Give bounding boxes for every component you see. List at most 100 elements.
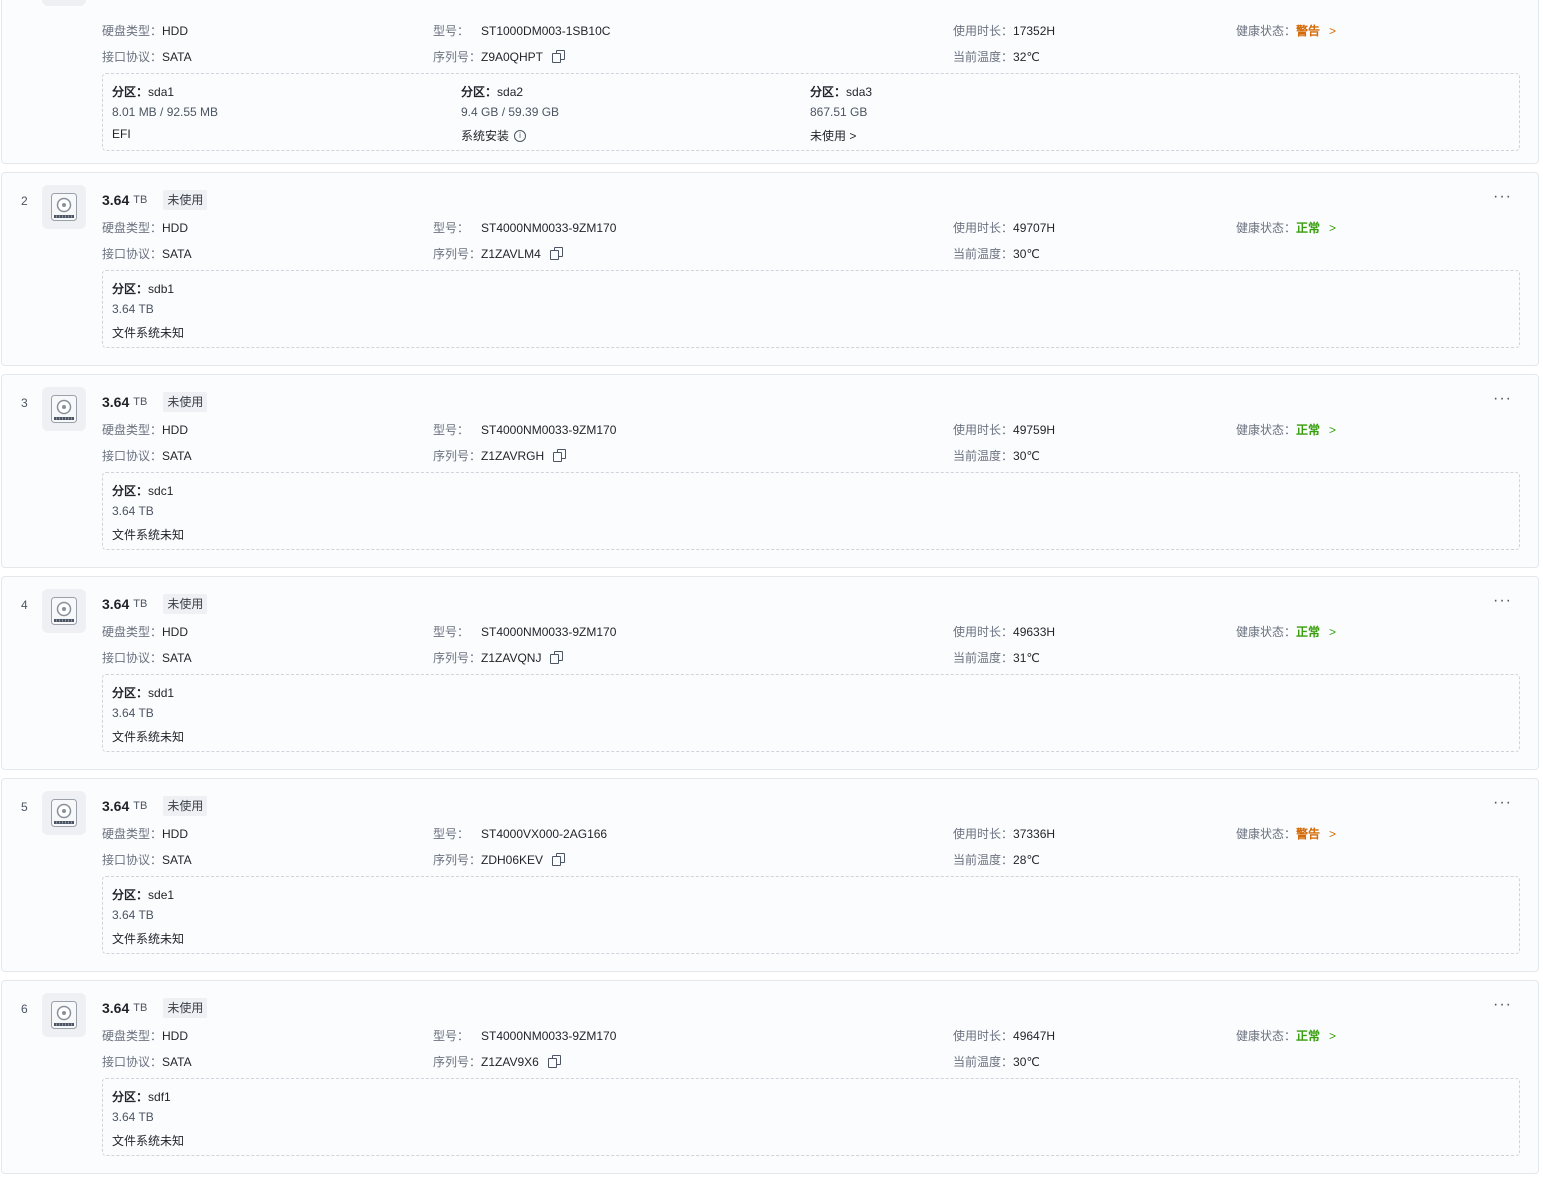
- more-options-button[interactable]: ···: [1493, 997, 1512, 1013]
- uptime-label: 使用时长：: [953, 1029, 1014, 1043]
- health-status-value[interactable]: 正常: [1296, 623, 1320, 640]
- copy-icon[interactable]: [552, 852, 566, 867]
- partition-label: 分区：: [112, 888, 149, 902]
- temperature-label: 当前温度：: [953, 247, 1014, 261]
- health-status-value[interactable]: 正常: [1296, 219, 1320, 236]
- disk-size: 3.64: [102, 394, 130, 410]
- chevron-right-icon[interactable]: >: [1329, 423, 1336, 437]
- partition-label: 分区：: [112, 85, 149, 99]
- interface-label: 接口协议：: [102, 247, 163, 261]
- disk-header: 3.64 TB 未使用: [102, 998, 208, 1018]
- disk-size: 3.64: [102, 192, 130, 208]
- uptime-row: 使用时长： 49707H: [953, 219, 1055, 236]
- temperature-row: 当前温度： 30℃: [953, 1053, 1040, 1070]
- health-status-value[interactable]: 正常: [1296, 1027, 1320, 1044]
- uptime-label: 使用时长：: [953, 423, 1014, 437]
- more-options-button[interactable]: ···: [1493, 391, 1512, 407]
- partition-size: 867.51 GB: [810, 105, 868, 119]
- health-row[interactable]: 健康状态： 警告 >: [1236, 825, 1336, 842]
- interface-value: SATA: [162, 650, 192, 665]
- disk-type-label: 硬盘类型：: [102, 24, 163, 38]
- serial-label: 序列号：: [433, 50, 482, 64]
- model-row: 型号： ST4000NM0033-9ZM170: [433, 623, 616, 640]
- copy-icon[interactable]: [550, 650, 564, 665]
- serial-value: Z1ZAVLM4: [481, 246, 541, 261]
- serial-row: 序列号： ZDH06KEV: [433, 851, 566, 868]
- partition-filesystem[interactable]: 未使用 >: [810, 127, 856, 144]
- more-options-button[interactable]: ···: [1493, 795, 1512, 811]
- hard-disk-icon: [42, 387, 86, 431]
- health-status-value[interactable]: 正常: [1296, 421, 1320, 438]
- hard-disk-icon: [42, 185, 86, 229]
- interface-row: 接口协议： SATA: [102, 48, 192, 65]
- uptime-row: 使用时长： 37336H: [953, 825, 1055, 842]
- interface-row: 接口协议： SATA: [102, 447, 192, 464]
- model-value: ST4000NM0033-9ZM170: [481, 422, 617, 437]
- chevron-right-icon[interactable]: >: [1329, 625, 1336, 639]
- disk-size-unit: TB: [133, 598, 148, 610]
- chevron-right-icon[interactable]: >: [1329, 827, 1336, 841]
- chevron-right-icon[interactable]: >: [1329, 1029, 1336, 1043]
- serial-label: 序列号：: [433, 449, 482, 463]
- health-row[interactable]: 健康状态： 正常 >: [1236, 1027, 1336, 1044]
- interface-row: 接口协议： SATA: [102, 1053, 192, 1070]
- uptime-label: 使用时长：: [953, 827, 1014, 841]
- more-options-button[interactable]: ···: [1493, 593, 1512, 609]
- disk-type-value: HDD: [162, 23, 189, 38]
- interface-label: 接口协议：: [102, 651, 163, 665]
- copy-icon[interactable]: [549, 246, 564, 261]
- partition-filesystem: 文件系统未知: [112, 728, 184, 745]
- uptime-row: 使用时长： 49647H: [953, 1027, 1055, 1044]
- temperature-value: 30℃: [1013, 246, 1040, 261]
- disk-type-value: HDD: [162, 624, 189, 639]
- hard-disk-icon: [42, 0, 86, 6]
- copy-icon[interactable]: [553, 448, 567, 463]
- disk-type-label: 硬盘类型：: [102, 221, 163, 235]
- disk-size-unit: TB: [133, 396, 148, 408]
- model-value: ST4000VX000-2AG166: [481, 826, 608, 841]
- info-icon[interactable]: i: [514, 129, 527, 142]
- disk-header: 3.64 TB 未使用: [102, 392, 208, 412]
- uptime-value: 17352H: [1013, 23, 1056, 38]
- usage-tag: 未使用: [163, 594, 208, 614]
- uptime-value: 49633H: [1013, 624, 1056, 639]
- serial-row: 序列号： Z1ZAVQNJ: [433, 649, 564, 666]
- copy-icon[interactable]: [552, 49, 566, 64]
- disk-type-value: HDD: [162, 422, 189, 437]
- interface-value: SATA: [162, 49, 192, 64]
- usage-tag: 未使用: [163, 796, 208, 816]
- health-status-value[interactable]: 警告: [1296, 22, 1320, 39]
- disk-card: 硬盘类型： HDD 接口协议： SATA 型号： ST1000DM003-1SB…: [1, 0, 1539, 164]
- copy-icon[interactable]: [547, 1054, 562, 1069]
- health-row[interactable]: 健康状态： 正常 >: [1236, 219, 1336, 236]
- interface-label: 接口协议：: [102, 853, 163, 867]
- partition-size: 3.64 TB: [112, 1110, 154, 1124]
- disk-type-row: 硬盘类型： HDD: [102, 22, 188, 39]
- hard-disk-icon: [42, 589, 86, 633]
- model-label: 型号：: [433, 625, 470, 639]
- partition-name: sdc1: [148, 484, 174, 498]
- partition-filesystem-text: 文件系统未知: [112, 730, 185, 744]
- disk-index: 6: [21, 1002, 28, 1016]
- chevron-right-icon[interactable]: >: [1329, 24, 1336, 38]
- interface-value: SATA: [162, 246, 192, 261]
- disk-size-unit: TB: [133, 194, 148, 206]
- partition-filesystem-text: 未使用 >: [810, 129, 857, 143]
- temperature-value: 30℃: [1013, 448, 1040, 463]
- disk-card: 6 3.64 TB 未使用 ··· 硬盘类型： HDD 接口协议： SATA 型…: [1, 980, 1539, 1174]
- health-row[interactable]: 健康状态： 正常 >: [1236, 421, 1336, 438]
- health-label: 健康状态：: [1236, 423, 1297, 437]
- model-row: 型号： ST1000DM003-1SB10C: [433, 22, 610, 39]
- health-status-value[interactable]: 警告: [1296, 825, 1320, 842]
- disk-type-label: 硬盘类型：: [102, 827, 163, 841]
- health-row[interactable]: 健康状态： 警告 >: [1236, 22, 1336, 39]
- serial-value: ZDH06KEV: [481, 852, 544, 867]
- temperature-row: 当前温度： 28℃: [953, 851, 1040, 868]
- more-options-button[interactable]: ···: [1493, 189, 1512, 205]
- chevron-right-icon[interactable]: >: [1329, 221, 1336, 235]
- serial-row: 序列号： Z1ZAVRGH: [433, 447, 567, 464]
- health-row[interactable]: 健康状态： 正常 >: [1236, 623, 1336, 640]
- partition-name: sda1: [148, 85, 175, 99]
- partitions-box: 分区：sdd1 3.64 TB 文件系统未知: [102, 674, 1520, 752]
- model-row: 型号： ST4000NM0033-9ZM170: [433, 421, 616, 438]
